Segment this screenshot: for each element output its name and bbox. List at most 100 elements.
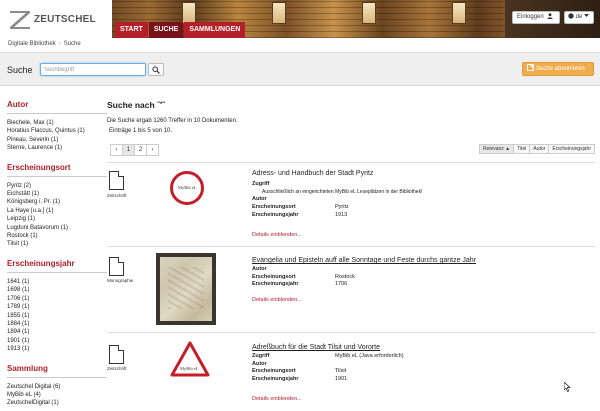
pagination: ‹ 1 2 ›	[110, 144, 159, 156]
record-title[interactable]: Evangelia und Episteln auff alle Sonntag…	[252, 257, 476, 264]
facet-item[interactable]: Biechele, Max (1)	[7, 119, 107, 127]
mouse-cursor-icon	[564, 382, 571, 392]
nav-start[interactable]: START	[115, 22, 148, 38]
zeutschel-logo-icon	[10, 11, 30, 29]
search-bar: Suche Suche abonnieren	[0, 52, 600, 86]
facet-item[interactable]: 1884 (1)	[7, 320, 107, 328]
logo-text: ZEUTSCHEL	[34, 14, 96, 25]
result-record: Monographie Evangelia und Episteln auff …	[107, 246, 595, 332]
thumbnail-label: MyBib eL	[180, 366, 199, 371]
results-main: Suche nach "*" Die Suche ergab 1260 Tref…	[107, 100, 595, 402]
document-icon	[109, 257, 124, 276]
access-note: Ausschließlich an eingerichteten MyBib e…	[262, 188, 423, 195]
facet-item[interactable]: Tilsit (1)	[7, 240, 107, 248]
record-title[interactable]: Adreßbuch für die Stadt Tilsit und Voror…	[252, 344, 380, 351]
nav-suche[interactable]: SUCHE	[148, 22, 184, 38]
facet-title: Erscheinungsjahr	[7, 258, 75, 268]
facet-item[interactable]: Horatius Flaccus, Quintus (1)	[7, 127, 107, 135]
language-select[interactable]: de	[564, 11, 594, 24]
facet-item[interactable]: 1789 (1)	[7, 303, 107, 311]
facet-item[interactable]: 1706 (1)	[7, 295, 107, 303]
record-thumbnail[interactable]	[170, 341, 210, 377]
thumbnail-label: MyBib eL	[178, 185, 197, 190]
search-input[interactable]	[40, 63, 146, 76]
facet-item[interactable]: MyBib eL (4)	[7, 391, 107, 399]
details-link[interactable]: Details einblenden...	[252, 232, 302, 238]
rss-icon	[527, 64, 534, 71]
sort-relevanz[interactable]: Relevanz ▲	[478, 144, 515, 154]
record-type: Monographie	[107, 278, 134, 283]
details-link[interactable]: Details einblenden...	[252, 396, 302, 402]
facet-item[interactable]: Lugduni Batavorum (1)	[7, 224, 107, 232]
facet-erscheinungsort: Erscheinungsort Pyritz (2) Eichstätt (1)…	[7, 163, 107, 249]
subscribe-label: Suche abonnieren	[536, 66, 585, 72]
facet-item[interactable]: Rostock (1)	[7, 232, 107, 240]
facet-autor: Autor Biechele, Max (1) Horatius Flaccus…	[7, 100, 107, 153]
window-icon	[272, 2, 286, 24]
header: ZEUTSCHEL START SUCHE SAMMLUNGEN Einlogg…	[0, 0, 600, 38]
subscribe-search-button[interactable]: Suche abonnieren	[522, 62, 594, 76]
breadcrumb-root[interactable]: Digitale Bibliothek	[8, 41, 56, 47]
facet-sidebar: Autor Biechele, Max (1) Horatius Flaccus…	[7, 100, 107, 411]
facet-title: Autor	[7, 100, 29, 109]
facet-item[interactable]: Zeutschel Digital (6)	[7, 383, 107, 391]
logo[interactable]: ZEUTSCHEL	[0, 0, 112, 38]
record-type: Zeitschrift	[107, 193, 127, 198]
facet-item[interactable]: 1641 (1)	[7, 278, 107, 286]
result-summary: Die Suche ergab 1260 Treffer in 10 Dokum…	[107, 118, 238, 124]
user-icon	[547, 13, 554, 19]
facet-title: Erscheinungsort	[7, 162, 71, 172]
facet-item[interactable]: Pineau, Severin (1)	[7, 136, 107, 144]
nav-sammlungen[interactable]: SAMMLUNGEN	[184, 22, 246, 38]
record-type: Zeitschrift	[107, 366, 127, 371]
window-icon	[362, 2, 376, 24]
facet-item[interactable]: 1913 (1)	[7, 345, 107, 353]
search-icon	[152, 66, 160, 74]
sort-erscheinungsjahr[interactable]: Erscheinungsjahr	[548, 144, 595, 154]
facet-erscheinungsjahr: Erscheinungsjahr 1641 (1) 1698 (1) 1706 …	[7, 259, 107, 354]
record-thumbnail[interactable]	[156, 253, 216, 325]
facet-title: Sammlung	[7, 363, 48, 373]
record-fields: Zugriff MyBib eL (Java erforderlich) Auto…	[252, 353, 404, 383]
pagination-next[interactable]: ›	[146, 144, 159, 156]
login-button[interactable]: Einloggen	[512, 11, 560, 24]
result-record: Zeitschrift MyBib eL Adreßbuch für die S…	[107, 332, 595, 411]
details-link[interactable]: Details einblenden...	[252, 297, 302, 303]
main-nav: START SUCHE SAMMLUNGEN	[115, 22, 246, 38]
facet-item[interactable]: Eichstätt (1)	[7, 190, 107, 198]
sort-bar: Relevanz ▲ Titel Autor Erscheinungsjahr	[478, 144, 595, 154]
record-thumbnail[interactable]: MyBib eL	[170, 171, 204, 205]
sort-autor[interactable]: Autor	[529, 144, 550, 154]
facet-item[interactable]: ZeutschelDigital (1)	[7, 399, 107, 407]
search-label: Suche	[7, 65, 33, 75]
window-icon	[452, 2, 466, 24]
facet-item[interactable]: 1901 (1)	[7, 337, 107, 345]
window-icon	[182, 2, 196, 24]
entries-info: Einträge 1 bis 5 von 10.	[109, 128, 173, 134]
facet-item[interactable]: Königsberg i. Pr. (1)	[7, 198, 107, 206]
globe-icon	[568, 13, 574, 19]
breadcrumb-current: Suche	[63, 41, 81, 47]
facet-item[interactable]: Sterne, Laurence (1)	[7, 144, 107, 152]
search-button[interactable]	[148, 63, 164, 76]
breadcrumb: Digitale Bibliothek › Suche	[8, 41, 81, 47]
login-label: Einloggen	[517, 14, 544, 20]
language-label: de	[575, 14, 583, 20]
facet-item[interactable]: Pyritz (2)	[7, 182, 107, 190]
page-title: Suche nach "*"	[107, 100, 166, 110]
facet-item[interactable]: Leipzig (1)	[7, 215, 107, 223]
facet-sammlung: Sammlung Zeutschel Digital (6) MyBib eL …	[7, 364, 107, 408]
sort-titel[interactable]: Titel	[513, 144, 531, 154]
document-icon	[109, 171, 124, 190]
document-icon	[109, 345, 124, 364]
record-fields: Autor Erscheinungsort Rostock Erscheinung…	[252, 266, 355, 288]
facet-item[interactable]: 1855 (1)	[7, 312, 107, 320]
result-record: Zeitschrift MyBib eL Adress- und Handbuc…	[107, 162, 595, 246]
facet-item[interactable]: 1698 (1)	[7, 286, 107, 294]
search-query: "*"	[157, 102, 166, 108]
facet-item[interactable]: La Haye [u.a.] (1)	[7, 207, 107, 215]
record-title[interactable]: Adress- und Handbuch der Stadt Pyritz	[252, 170, 373, 177]
caret-down-icon	[584, 14, 590, 17]
facet-item[interactable]: 1894 (1)	[7, 328, 107, 336]
chevron-right-icon: ›	[58, 41, 61, 47]
